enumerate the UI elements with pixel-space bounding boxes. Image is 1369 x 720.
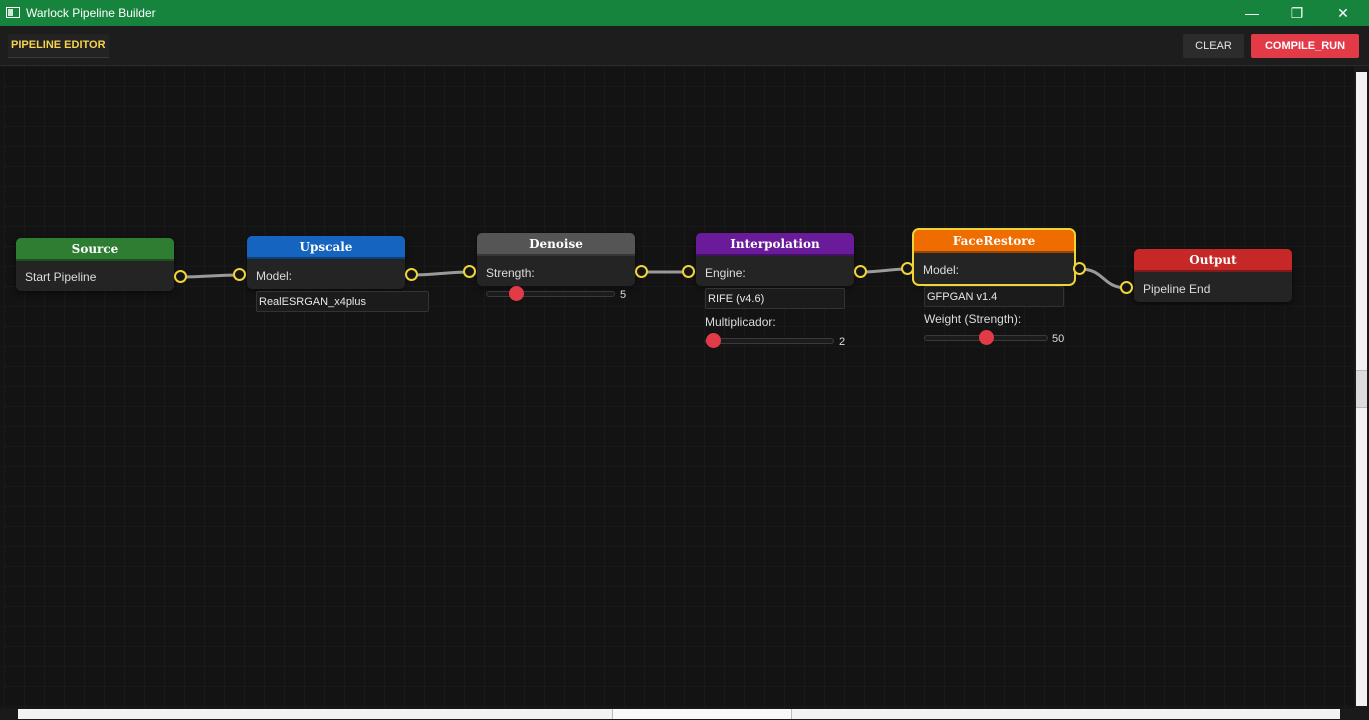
close-button[interactable]: ✕ (1320, 0, 1366, 26)
denoise-strength-value: 5 (620, 289, 627, 301)
title-bar: Warlock Pipeline Builder — ❐ ✕ (0, 0, 1369, 26)
window-title: Warlock Pipeline Builder (26, 6, 156, 20)
facerestore-weight-value: 50 (1052, 333, 1065, 345)
facerestore-out-port[interactable] (1073, 262, 1086, 275)
horizontal-scroll-thumb[interactable] (612, 709, 792, 719)
node-header-source[interactable]: Source (16, 238, 174, 261)
compile-run-button[interactable]: COMPILE_RUN (1251, 34, 1359, 58)
denoise-out-port[interactable] (635, 265, 648, 278)
interpolation-engine-label: Engine: (705, 266, 746, 280)
minimize-button[interactable]: — (1229, 0, 1275, 26)
interpolation-mult-thumb[interactable] (706, 333, 721, 348)
vertical-scroll-thumb[interactable] (1356, 370, 1367, 408)
facerestore-model-label: Model: (923, 263, 960, 277)
facerestore-in-port[interactable] (901, 262, 914, 275)
interpolation-in-port[interactable] (682, 265, 695, 278)
app-icon (6, 7, 20, 18)
node-facerestore[interactable]: FaceRestore Model: (912, 228, 1076, 286)
denoise-strength-slider[interactable] (486, 286, 615, 301)
denoise-strength-thumb[interactable] (509, 286, 524, 301)
upscale-model-field[interactable]: RealESRGAN_x4plus (256, 291, 429, 312)
node-output[interactable]: Output Pipeline End (1134, 249, 1292, 302)
output-label: Pipeline End (1143, 282, 1211, 296)
vertical-scrollbar[interactable] (1354, 66, 1369, 708)
denoise-strength-label: Strength: (486, 266, 535, 280)
source-label: Start Pipeline (25, 270, 97, 284)
toolbar: PIPELINE EDITOR CLEAR COMPILE_RUN (0, 26, 1369, 66)
tab-pipeline-editor[interactable]: PIPELINE EDITOR (8, 34, 109, 58)
interpolation-mult-value: 2 (839, 336, 846, 348)
facerestore-weight-slider[interactable] (924, 330, 1048, 345)
node-header-interpolation[interactable]: Interpolation (696, 233, 854, 256)
clear-button[interactable]: CLEAR (1183, 34, 1244, 58)
interpolation-out-port[interactable] (854, 265, 867, 278)
node-header-output[interactable]: Output (1134, 249, 1292, 272)
upscale-in-port[interactable] (233, 268, 246, 281)
node-header-denoise[interactable]: Denoise (477, 233, 635, 256)
node-header-facerestore[interactable]: FaceRestore (914, 230, 1074, 253)
denoise-in-port[interactable] (463, 265, 476, 278)
node-header-upscale[interactable]: Upscale (247, 236, 405, 259)
node-interpolation[interactable]: Interpolation Engine: (696, 233, 854, 286)
interpolation-engine-field[interactable]: RIFE (v4.6) (705, 288, 845, 309)
upscale-model-label: Model: (256, 269, 293, 283)
facerestore-model-field[interactable]: GFPGAN v1.4 (924, 286, 1064, 307)
interpolation-mult-slider[interactable] (705, 333, 834, 348)
source-out-port[interactable] (174, 270, 187, 283)
node-denoise[interactable]: Denoise Strength: (477, 233, 635, 286)
interpolation-mult-label: Multiplicador: (705, 315, 776, 329)
horizontal-scrollbar[interactable] (0, 708, 1369, 720)
node-source[interactable]: Source Start Pipeline (16, 238, 174, 291)
facerestore-weight-thumb[interactable] (979, 330, 994, 345)
maximize-button[interactable]: ❐ (1274, 0, 1320, 26)
node-canvas[interactable] (4, 66, 1354, 708)
output-in-port[interactable] (1120, 281, 1133, 294)
upscale-out-port[interactable] (405, 268, 418, 281)
node-upscale[interactable]: Upscale Model: (247, 236, 405, 289)
facerestore-weight-label: Weight (Strength): (924, 312, 1022, 326)
